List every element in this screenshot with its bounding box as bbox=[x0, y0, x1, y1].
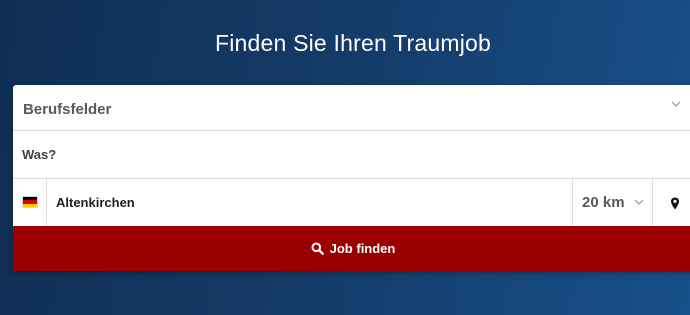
locate-me-button[interactable] bbox=[653, 179, 690, 226]
search-icon bbox=[311, 242, 324, 255]
job-search-button[interactable]: Job finden bbox=[13, 226, 690, 271]
germany-flag-icon bbox=[23, 197, 37, 207]
category-select[interactable]: Berufsfelder bbox=[13, 85, 690, 131]
what-input[interactable] bbox=[13, 131, 690, 177]
what-field-row bbox=[13, 131, 690, 179]
radius-value: 20 km bbox=[582, 194, 625, 211]
map-pin-icon bbox=[671, 197, 679, 210]
job-search-button-label: Job finden bbox=[329, 241, 396, 256]
chevron-down-icon bbox=[634, 199, 644, 205]
country-selector[interactable] bbox=[13, 179, 47, 226]
job-search-form: Berufsfelder 20 km bbox=[13, 85, 690, 271]
location-row: 20 km bbox=[13, 179, 690, 226]
location-input[interactable] bbox=[47, 179, 572, 226]
job-search-button-content: Job finden bbox=[13, 241, 690, 256]
category-select-label: Berufsfelder bbox=[23, 101, 112, 118]
radius-select[interactable]: 20 km bbox=[572, 179, 653, 226]
chevron-down-icon bbox=[671, 101, 681, 107]
page-title: Finden Sie Ihren Traumjob bbox=[214, 30, 492, 56]
